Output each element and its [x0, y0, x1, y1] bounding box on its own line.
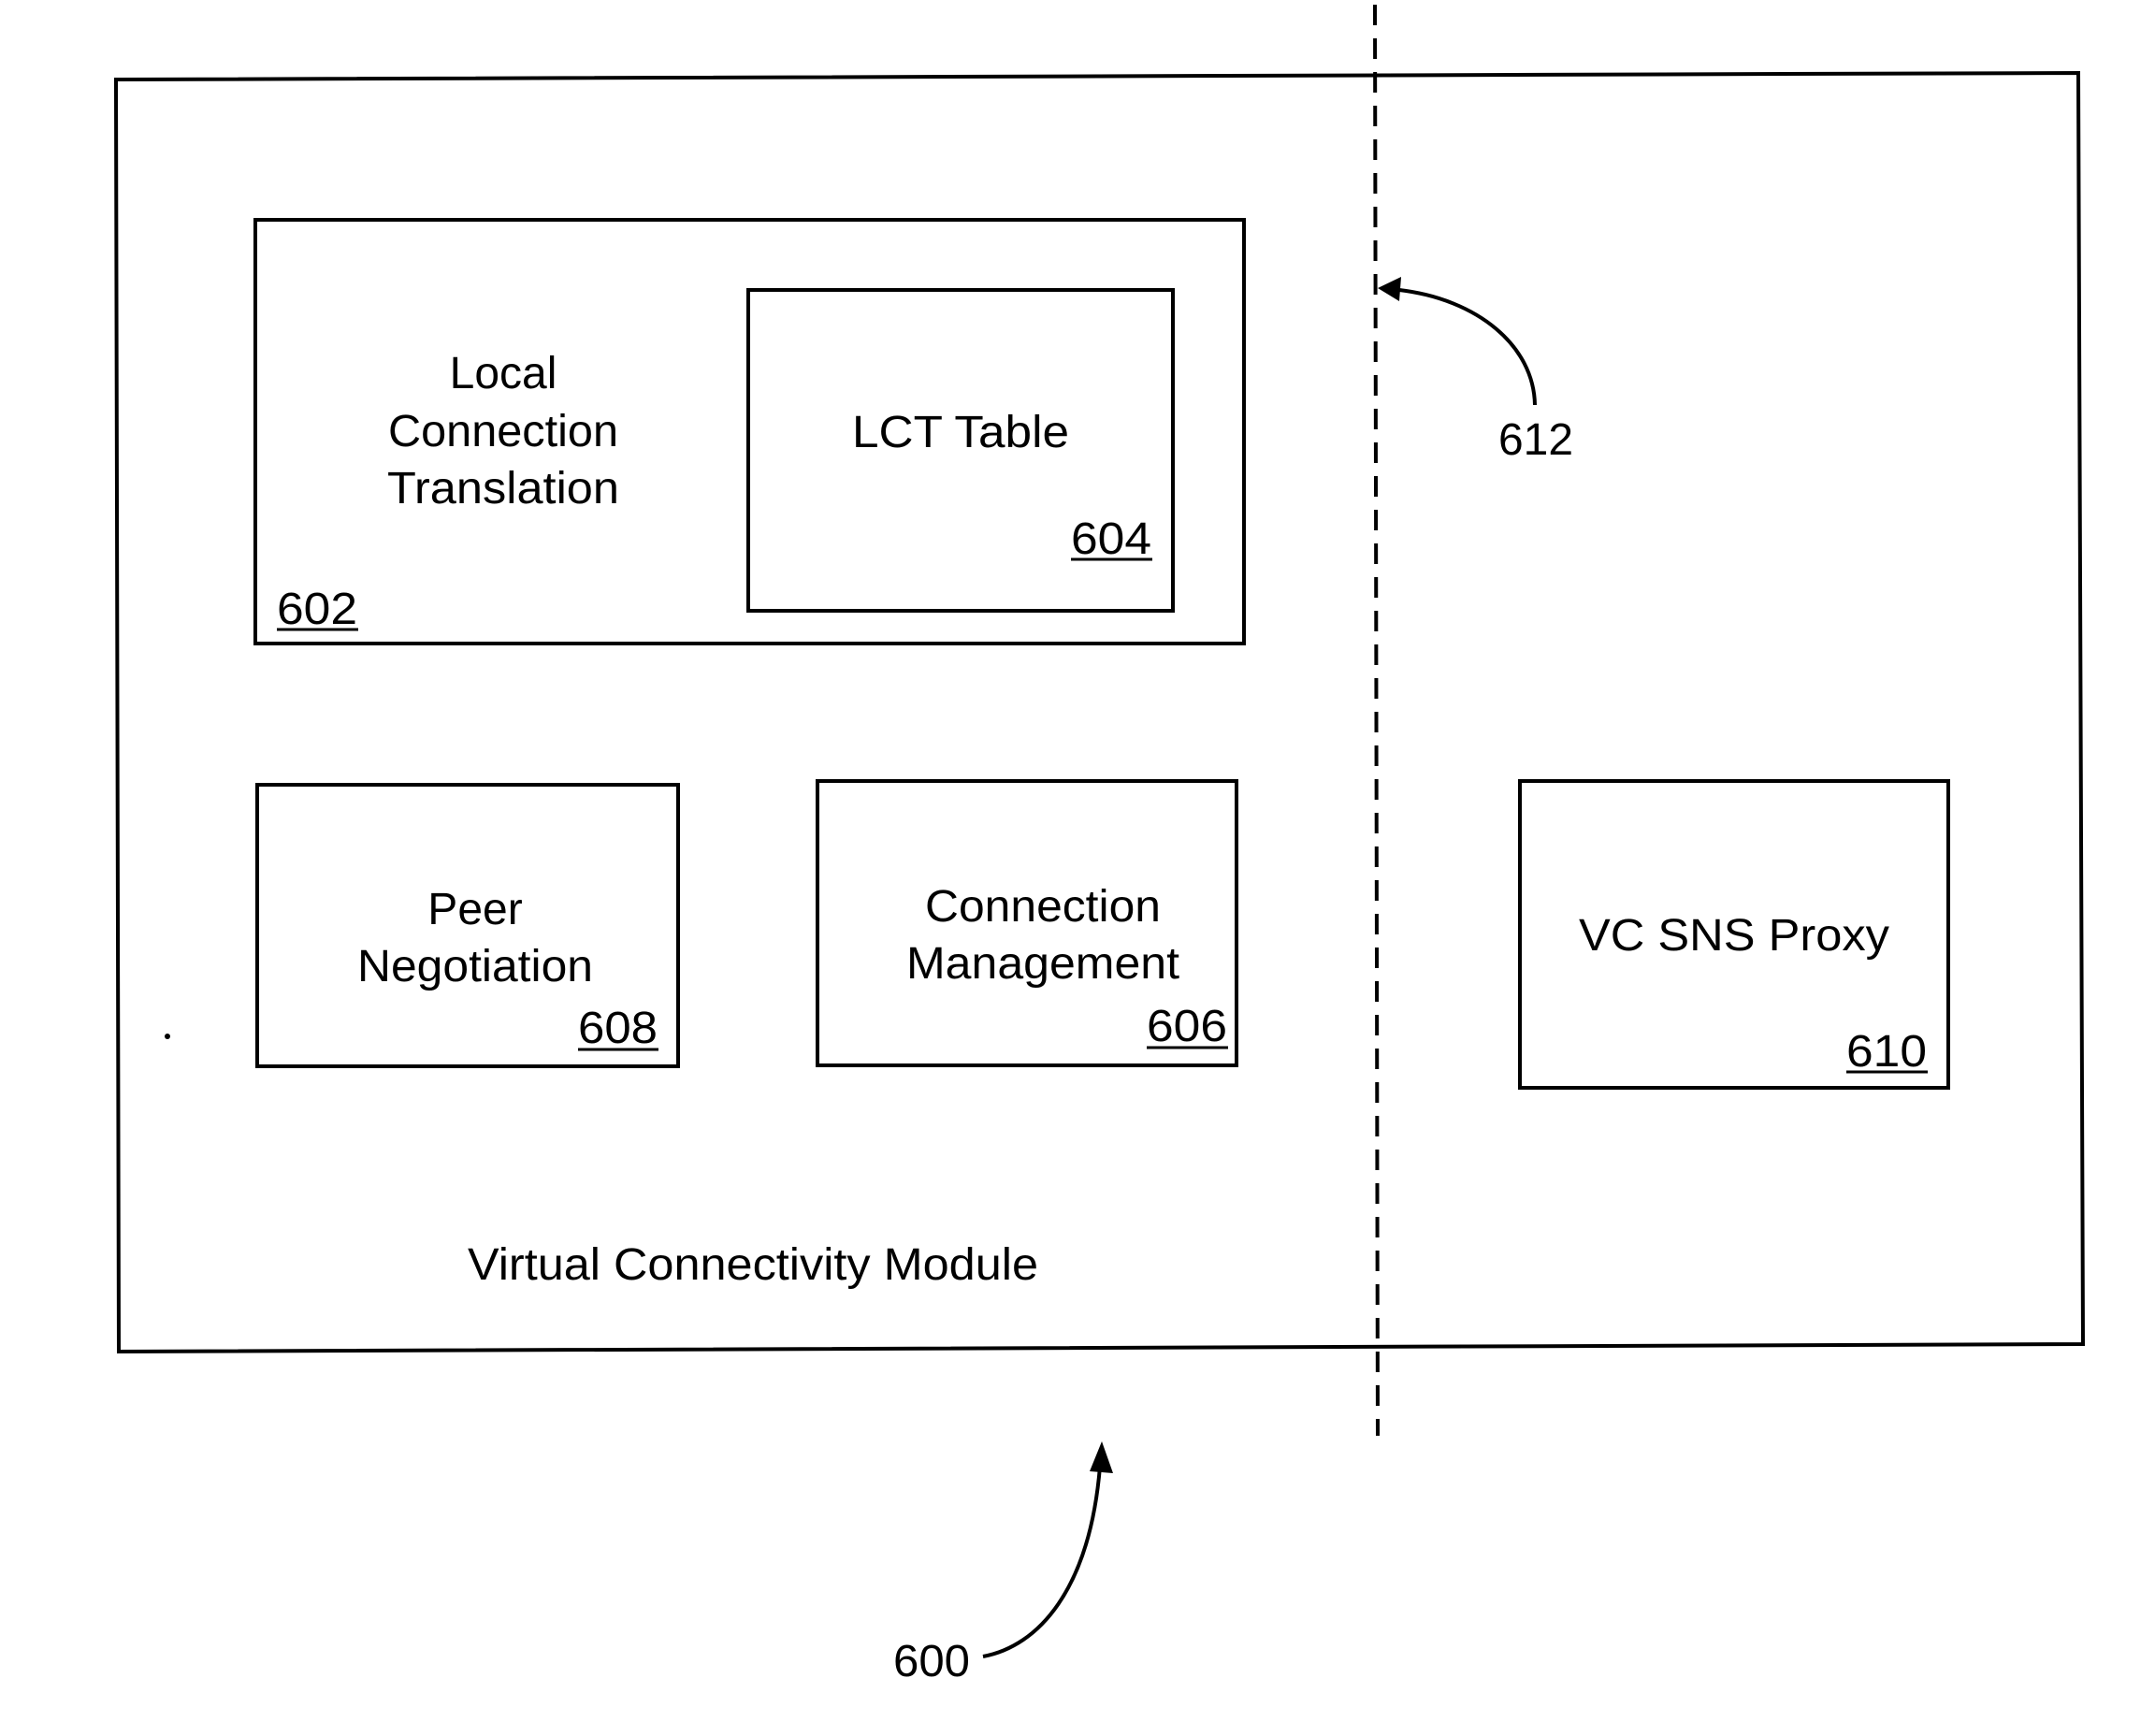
ref-602: 602 — [277, 585, 357, 634]
patent-figure: Virtual Connectivity Module Local Connec… — [113, 4, 2086, 1686]
block-connection-management: Connection Management 606 — [816, 779, 1238, 1067]
block-602-line-3: Translation — [387, 464, 619, 514]
ref-600: 600 — [893, 1637, 970, 1686]
virtual-connectivity-module: Virtual Connectivity Module — [113, 70, 2086, 1354]
block-lct-table: LCT Table 604 — [746, 288, 1175, 613]
ref-600-callout: 600 — [893, 1441, 1113, 1686]
block-606-line-1: Connection — [925, 882, 1161, 932]
block-602-line-2: Connection — [388, 407, 618, 456]
scan-speck — [165, 1034, 170, 1039]
outer-module-border — [113, 70, 2086, 1354]
ref-612-arrowhead-icon — [1378, 277, 1401, 301]
module-title: Virtual Connectivity Module — [468, 1240, 1038, 1290]
block-610-line-1: VC SNS Proxy — [1579, 911, 1889, 961]
ref-604: 604 — [1071, 514, 1151, 564]
ref-606: 606 — [1147, 1002, 1227, 1051]
ref-612: 612 — [1498, 415, 1573, 465]
block-608-line-2: Negotiation — [357, 942, 593, 991]
ref-608: 608 — [578, 1004, 658, 1053]
boundary-dashed-line — [1373, 4, 1380, 1437]
ref-612-callout: 612 — [1378, 277, 1573, 465]
block-602-line-1: Local — [450, 349, 557, 398]
block-608-line-1: Peer — [427, 885, 522, 934]
ref-600-leader-curve — [982, 1466, 1102, 1658]
ref-610: 610 — [1846, 1027, 1927, 1077]
block-vc-sns-proxy: VC SNS Proxy 610 — [1518, 779, 1950, 1090]
ref-612-leader-curve — [1398, 288, 1537, 406]
block-peer-negotiation: Peer Negotiation 608 — [255, 783, 680, 1068]
block-604-line-1: LCT Table — [852, 408, 1069, 457]
block-606-line-2: Management — [906, 939, 1179, 989]
ref-600-arrowhead-icon — [1090, 1441, 1113, 1473]
